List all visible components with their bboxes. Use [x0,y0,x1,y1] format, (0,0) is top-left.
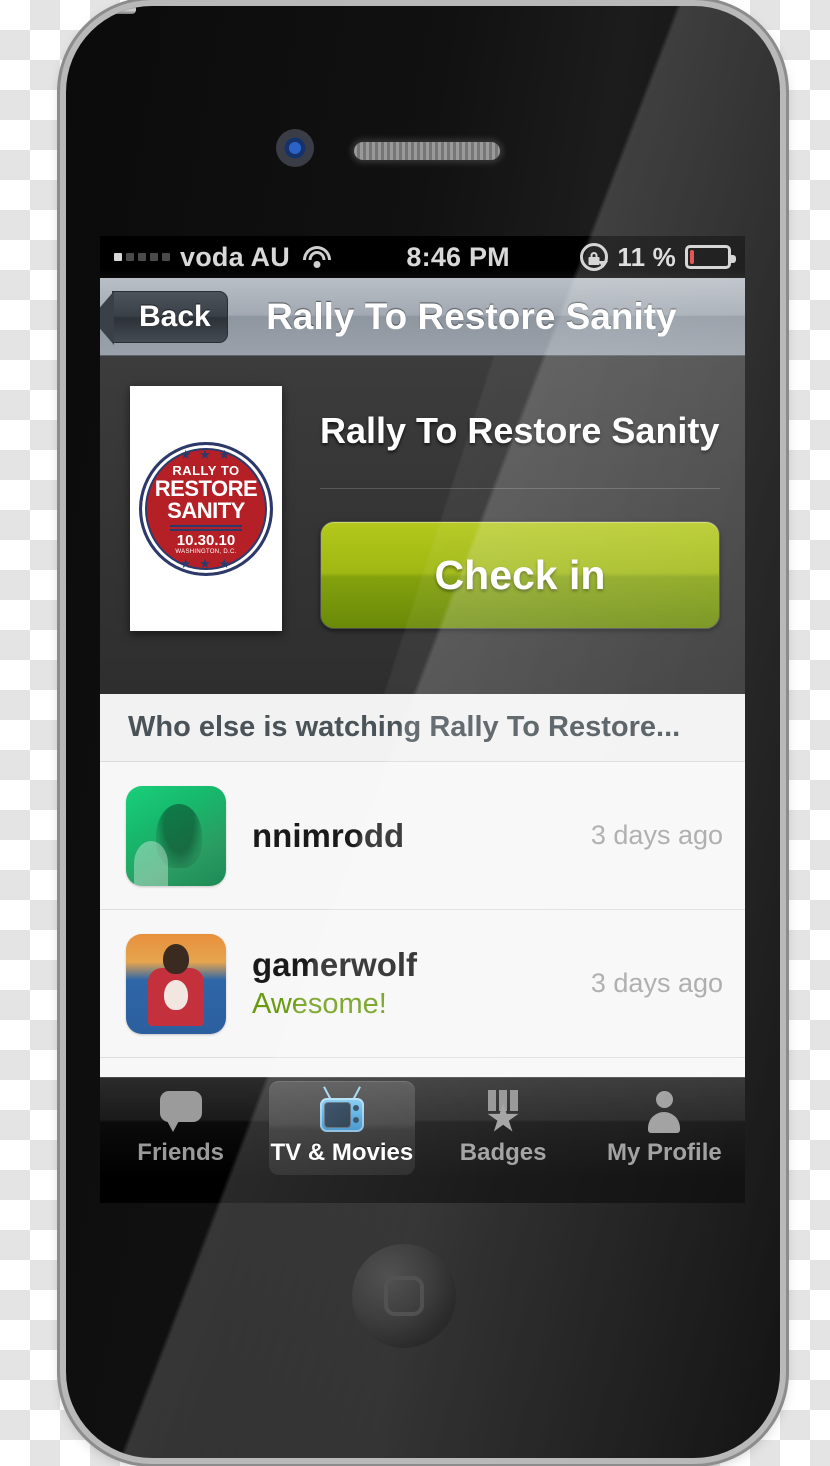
tab-badges[interactable]: Badges [423,1078,584,1178]
seal-line-2: RESTORE [154,475,258,501]
seal-stars-top: ★ ★ ★ [179,446,233,462]
medal-icon [474,1089,532,1135]
hero-divider [320,488,720,489]
seal-date: 10.30.10 [176,531,236,549]
person-icon [635,1089,693,1135]
status-clock: 8:46 PM [406,241,510,272]
show-hero-panel: ★ ★ ★ RALLY TO RESTORE SANITY 10.30.10 W… [100,356,745,694]
timestamp: 3 days ago [590,820,723,850]
carrier-label: voda AU [180,241,290,272]
rotation-lock-icon [580,243,609,271]
show-title: Rally To Restore Sanity [320,410,720,451]
volume-up-button[interactable] [66,60,780,124]
check-in-button[interactable]: Check in [320,521,720,629]
username: gamerwolf [252,946,418,983]
watchers-list: Who else is watching Rally To Restore...… [100,694,745,1077]
username: nnimrodd [252,816,405,854]
show-poster-image[interactable]: ★ ★ ★ RALLY TO RESTORE SANITY 10.30.10 W… [130,386,282,631]
wifi-icon [302,246,332,268]
avatar [126,933,226,1034]
status-bar: voda AU 8:46 PM 11 % [100,236,745,278]
battery-percent-label: 11 % [617,241,676,272]
signal-strength-icon [114,253,170,261]
list-item[interactable]: gamerwolf Awesome! 3 days ago [100,910,745,1058]
back-button[interactable]: Back [100,290,228,345]
television-icon [313,1086,371,1135]
home-button-glyph [384,1276,424,1316]
navigation-bar: Back Rally To Restore Sanity [100,278,745,356]
seal-stars-bottom: ★ ★ ★ [179,555,233,571]
iphone-device-frame: voda AU 8:46 PM 11 % Back Rally To Resto… [66,6,780,1458]
seal-stripes [170,524,242,531]
tab-tv-and-movies[interactable]: TV & Movies [261,1078,422,1178]
tab-bar: Friends TV & Movies Badges My Profile [100,1077,745,1178]
avatar [126,785,226,886]
list-item-text: gamerwolf Awesome! [226,946,591,1021]
home-button[interactable] [352,1244,456,1348]
silent-switch[interactable] [66,14,780,60]
earpiece-speaker [354,142,500,160]
list-item[interactable]: nnimrodd 3 days ago [100,762,745,910]
tab-friends-label: Friends [137,1139,224,1166]
rally-seal-artwork: ★ ★ ★ RALLY TO RESTORE SANITY 10.30.10 W… [139,441,273,576]
timestamp: 3 days ago [590,968,723,998]
tab-friends[interactable]: Friends [100,1078,261,1178]
list-section-header: Who else is watching Rally To Restore... [100,694,745,762]
seal-location: WASHINGTON, D.C. [175,548,237,555]
front-camera-icon [276,129,314,167]
tab-tv-and-movies-label: TV & Movies [270,1139,414,1166]
tab-my-profile-label: My Profile [607,1139,722,1166]
page-title: Rally To Restore Sanity [266,295,677,337]
list-item-text: nnimrodd [226,817,591,855]
comment: Awesome! [252,988,387,1020]
hero-right-column: Rally To Restore Sanity Check in [282,386,720,694]
phone-screen: voda AU 8:46 PM 11 % Back Rally To Resto… [100,236,745,1203]
speech-bubble-icon [152,1089,210,1135]
seal-line-3: SANITY [167,497,245,523]
tab-my-profile[interactable]: My Profile [584,1078,745,1178]
battery-icon [685,245,736,269]
status-right-group: 11 % [580,241,736,273]
tab-badges-label: Badges [459,1139,547,1166]
